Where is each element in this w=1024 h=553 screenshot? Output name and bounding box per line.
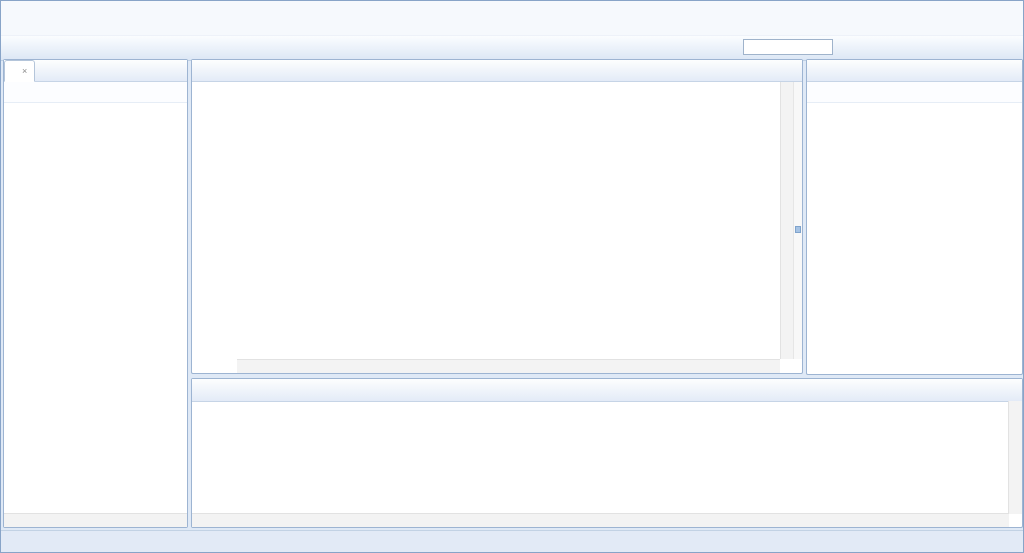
console-panel bbox=[191, 378, 1023, 528]
main-toolbar bbox=[1, 36, 1023, 61]
editor-vscrollbar[interactable] bbox=[780, 82, 794, 359]
outline-panel bbox=[806, 59, 1023, 375]
console-title bbox=[192, 402, 1022, 406]
close-icon[interactable] bbox=[22, 66, 27, 76]
project-explorer-panel bbox=[3, 59, 188, 528]
project-explorer-toolbar bbox=[4, 82, 187, 103]
tab-project-explorer[interactable] bbox=[4, 60, 35, 82]
status-bar bbox=[1, 530, 1023, 553]
project-explorer-hscrollbar[interactable] bbox=[4, 513, 187, 527]
project-explorer-tabbar bbox=[4, 60, 187, 82]
application-window bbox=[0, 0, 1024, 553]
outline-toolbar bbox=[807, 82, 1022, 103]
overview-ruler[interactable] bbox=[793, 82, 802, 359]
ruler-marker bbox=[795, 226, 801, 233]
outline-tabbar bbox=[807, 60, 1022, 82]
code-editor[interactable] bbox=[193, 82, 780, 359]
quick-access-input[interactable] bbox=[743, 39, 833, 55]
menu-bar bbox=[1, 17, 1023, 36]
title-bar bbox=[1, 1, 1023, 17]
project-tree bbox=[4, 103, 187, 105]
console-vscrollbar[interactable] bbox=[1008, 401, 1022, 514]
console-hscrollbar[interactable] bbox=[192, 513, 1009, 527]
editor-hscrollbar[interactable] bbox=[237, 359, 780, 373]
console-tabbar bbox=[192, 379, 1022, 402]
editor-tabbar bbox=[192, 60, 802, 82]
editor-panel bbox=[191, 59, 803, 374]
